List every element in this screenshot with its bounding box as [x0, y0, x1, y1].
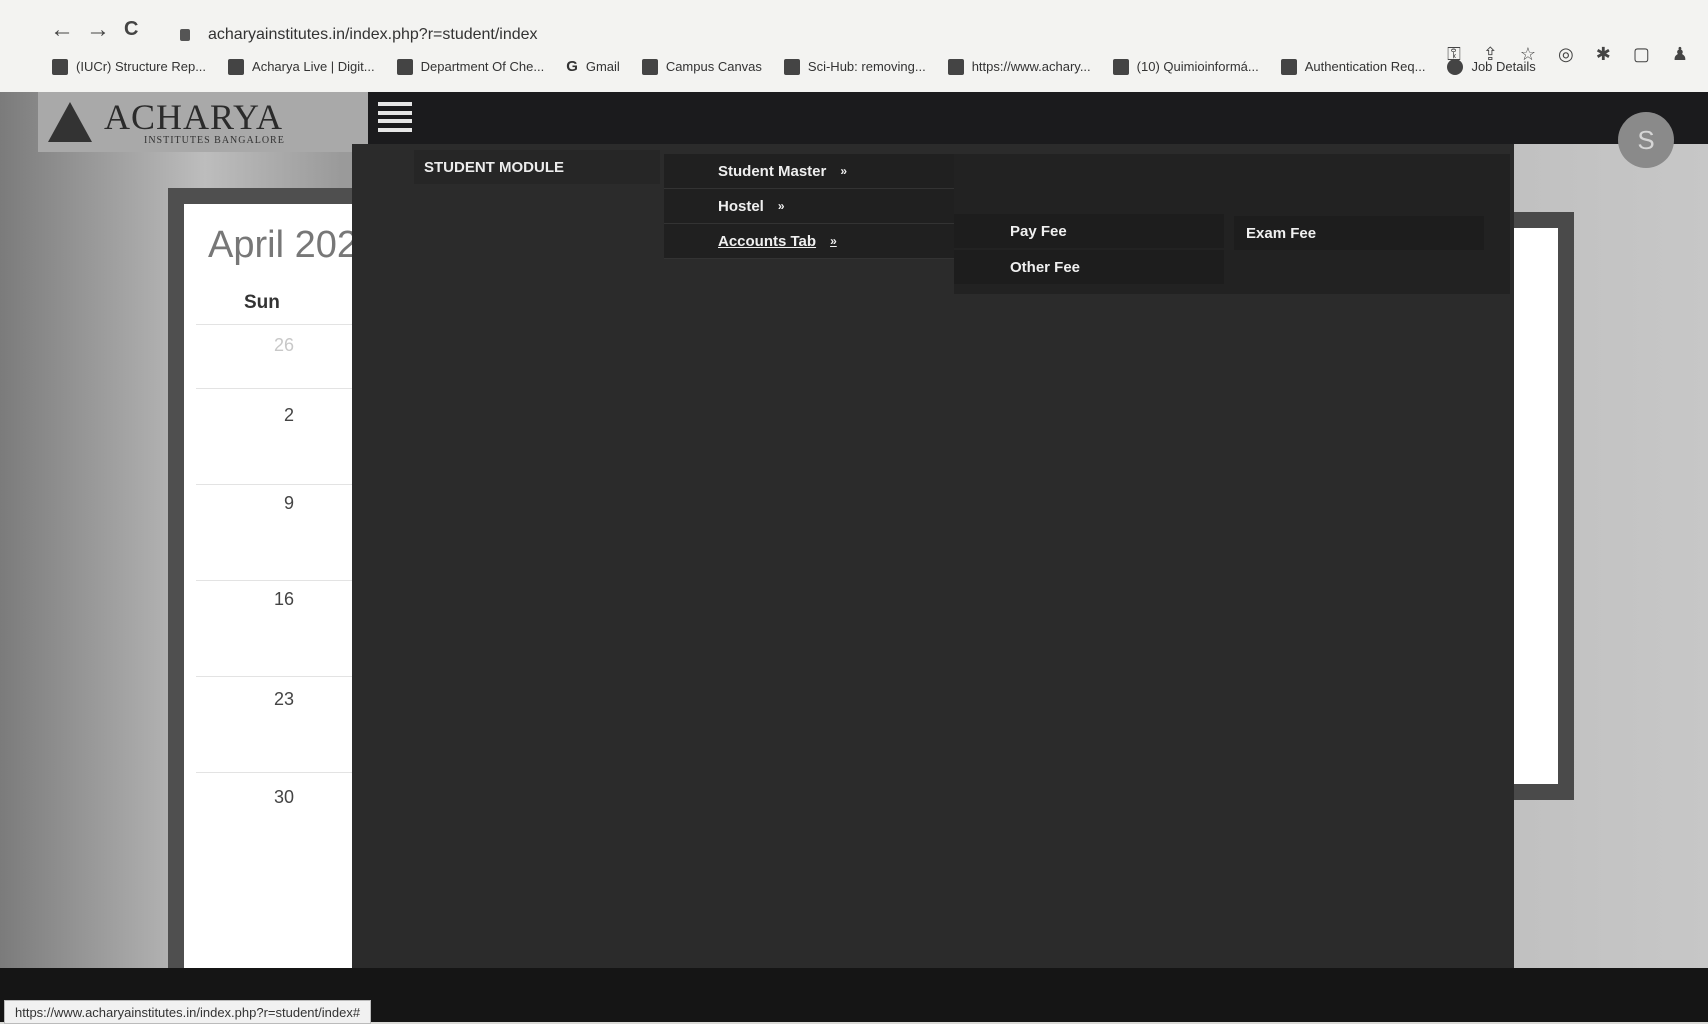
browser-chrome: ← → C acharyainstitutes.in/index.php?r=s… — [0, 0, 1708, 92]
bookmark-item[interactable]: G Gmail — [566, 58, 620, 75]
accounts-flyout-menu: Pay Fee Exam Fee Other Fee — [954, 154, 1510, 294]
chevron-right-icon: » — [840, 164, 848, 178]
calendar-date[interactable]: 26 — [274, 335, 294, 356]
logo-title: ACHARYA — [104, 96, 284, 137]
sidepanel-icon[interactable]: ▢ — [1633, 44, 1650, 65]
calendar-date[interactable]: 16 — [274, 589, 294, 610]
link-icon — [947, 58, 964, 75]
google-icon: G — [566, 58, 578, 75]
user-avatar[interactable]: S — [1618, 112, 1674, 168]
logo[interactable]: ACHARYA INSTITUTES BANGALORE — [38, 92, 368, 152]
drive-icon — [228, 58, 245, 75]
grid-icon — [52, 58, 68, 75]
menu-item-accounts-tab[interactable]: Accounts Tab» — [664, 224, 954, 259]
bookmark-item[interactable]: (10) Quimioinformá... — [1112, 58, 1259, 75]
calendar-date[interactable]: 23 — [274, 689, 294, 710]
bookmark-item[interactable]: Authentication Req... — [1280, 58, 1425, 75]
chevron-right-icon: » — [830, 234, 837, 248]
calendar-month-title: April 202 — [208, 224, 358, 266]
forward-button[interactable]: → — [86, 16, 110, 44]
calendar-date[interactable]: 9 — [284, 493, 294, 514]
logo-subtitle: INSTITUTES BANGALORE — [144, 134, 285, 146]
bookmark-icon — [1112, 58, 1129, 75]
calendar-date[interactable]: 2 — [284, 405, 294, 426]
canvas-icon — [641, 58, 658, 75]
extension-icon[interactable]: ◎ — [1558, 44, 1574, 65]
puzzle-icon[interactable]: ✱ — [1596, 44, 1611, 65]
address-bar[interactable]: acharyainstitutes.in/index.php?r=student… — [180, 18, 1380, 52]
calendar-week-row: 16 — [196, 580, 368, 609]
menu-item-student-master[interactable]: Student Master» — [664, 154, 954, 189]
calendar-week-row: 2 — [196, 388, 368, 425]
calendar-week-row: 30 — [196, 772, 368, 807]
scihub-icon — [783, 58, 800, 75]
reload-button[interactable]: C — [124, 18, 138, 41]
page-background: ACHARYA INSTITUTES BANGALORE S April 202… — [0, 92, 1708, 1022]
bookmark-item[interactable]: Campus Canvas — [641, 58, 762, 75]
chevron-right-icon: » — [777, 199, 785, 213]
bookmark-item[interactable]: Job Details — [1447, 58, 1536, 75]
bookmark-item[interactable]: https://www.achary... — [947, 58, 1091, 75]
right-panel-card — [1510, 228, 1558, 784]
calendar-day-header: Sun — [244, 292, 280, 313]
bookmark-item[interactable]: Department Of Che... — [396, 58, 544, 75]
logo-mark-icon — [48, 102, 92, 142]
profile-icon[interactable]: ♟ — [1672, 44, 1688, 65]
auth-icon — [1280, 58, 1297, 75]
menu-item-pay-fee[interactable]: Pay Fee — [954, 214, 1224, 248]
bookmark-item[interactable]: Sci-Hub: removing... — [783, 58, 926, 75]
student-module-submenu: Student Master» Hostel» Accounts Tab» — [664, 154, 954, 259]
globe-icon — [1447, 58, 1464, 75]
status-bar-url: https://www.acharyainstitutes.in/index.p… — [4, 1000, 372, 1024]
lock-icon — [180, 29, 190, 41]
student-module-menu[interactable]: STUDENT MODULE — [414, 150, 660, 184]
calendar-week-row: 23 — [196, 676, 368, 709]
menu-item-other-fee[interactable]: Other Fee — [954, 250, 1224, 284]
back-button[interactable]: ← — [50, 16, 74, 44]
page-icon — [396, 58, 413, 75]
calendar-week-row: 9 — [196, 484, 368, 513]
url-text: acharyainstitutes.in/index.php?r=student… — [208, 26, 538, 43]
calendar-card: April 202 Sun 26 2 9 16 23 30 — [184, 204, 368, 1012]
calendar-date[interactable]: 30 — [274, 787, 294, 808]
bookmark-item[interactable]: Acharya Live | Digit... — [228, 58, 375, 75]
menu-item-exam-fee[interactable]: Exam Fee — [1234, 216, 1484, 250]
bookmark-item[interactable]: (IUCr) Structure Rep... — [52, 58, 206, 75]
bookmarks-bar: (IUCr) Structure Rep... Acharya Live | D… — [52, 58, 1536, 75]
hamburger-menu-icon[interactable] — [378, 102, 412, 132]
top-navbar — [368, 92, 1708, 144]
calendar-week-row: 26 — [196, 324, 368, 355]
menu-item-hostel[interactable]: Hostel» — [664, 189, 954, 224]
